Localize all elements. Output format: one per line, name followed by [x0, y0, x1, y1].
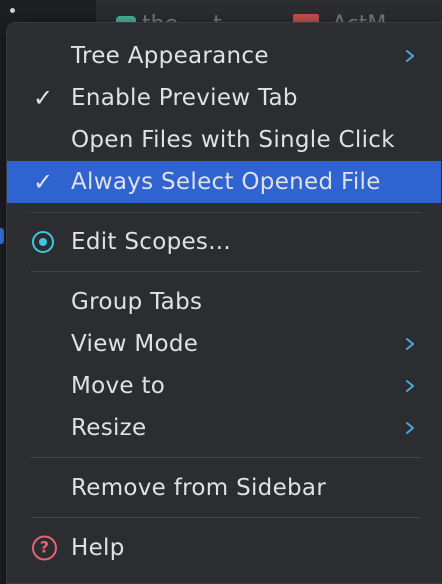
menu-item-label: Remove from Sidebar: [71, 475, 327, 501]
checkmark-icon: ✓: [33, 168, 54, 196]
menu-item-label: Move to: [71, 373, 166, 399]
menu-item-label: Enable Preview Tab: [71, 85, 298, 111]
selection-indicator: [0, 228, 4, 244]
menu-item-label: Always Select Opened File: [71, 169, 381, 195]
chevron-right-icon: [406, 380, 414, 392]
menu-separator: [31, 517, 421, 518]
menu-item-label: Edit Scopes...: [71, 229, 232, 255]
menu-item-label: Resize: [71, 415, 147, 441]
menu-item-resize[interactable]: Resize: [7, 407, 441, 449]
menu-item-edit-scopes[interactable]: Edit Scopes...: [7, 221, 441, 263]
chevron-right-icon: [406, 422, 414, 434]
menu-item-open-files-single-click[interactable]: Open Files with Single Click: [7, 119, 441, 161]
menu-item-label: Help: [71, 535, 125, 561]
menu-item-move-to[interactable]: Move to: [7, 365, 441, 407]
menu-item-enable-preview-tab[interactable]: ✓ Enable Preview Tab: [7, 77, 441, 119]
menu-item-always-select-opened-file[interactable]: ✓ Always Select Opened File: [7, 161, 441, 203]
menu-separator: [31, 271, 421, 272]
menu-item-label: Open Files with Single Click: [71, 127, 395, 153]
menu-separator: [31, 212, 421, 213]
menu-item-label: View Mode: [71, 331, 199, 357]
panel-options-icon[interactable]: [10, 8, 15, 13]
scope-icon: [32, 231, 54, 253]
menu-item-label: Group Tabs: [71, 289, 203, 315]
options-popup-menu: Tree Appearance ✓ Enable Preview Tab Ope…: [6, 22, 442, 584]
menu-separator: [31, 457, 421, 458]
checkmark-icon: ✓: [33, 84, 54, 112]
menu-item-tree-appearance[interactable]: Tree Appearance: [7, 35, 441, 77]
chevron-right-icon: [406, 50, 414, 62]
menu-item-view-mode[interactable]: View Mode: [7, 323, 441, 365]
menu-item-remove-from-sidebar[interactable]: Remove from Sidebar: [7, 467, 441, 509]
help-icon: ?: [32, 535, 57, 561]
menu-item-help[interactable]: ? Help: [7, 527, 441, 569]
menu-item-group-tabs[interactable]: Group Tabs: [7, 281, 441, 323]
chevron-right-icon: [406, 338, 414, 350]
menu-item-label: Tree Appearance: [71, 43, 269, 69]
